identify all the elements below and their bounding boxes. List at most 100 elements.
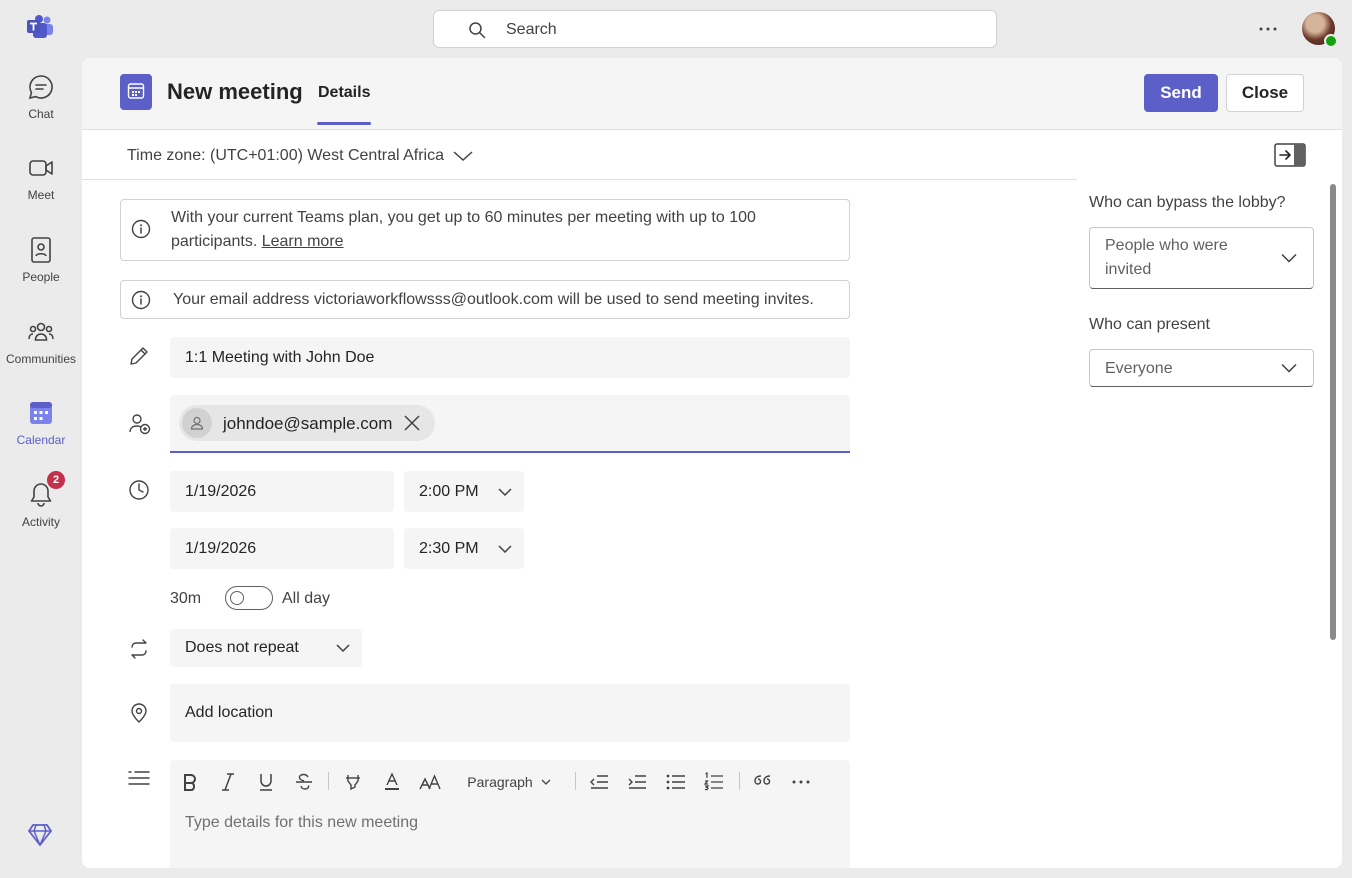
repeat-dropdown[interactable]: Does not repeat: [170, 629, 362, 667]
divider: [82, 179, 1077, 180]
highlight-icon[interactable]: [341, 768, 365, 796]
contact-book-icon: [27, 236, 55, 264]
search-placeholder: Search: [506, 21, 557, 38]
rail-item-calendar[interactable]: Calendar: [0, 399, 82, 471]
collapse-panel-icon[interactable]: [1274, 143, 1306, 167]
font-color-icon[interactable]: [380, 768, 404, 796]
chevron-down-icon: [453, 151, 473, 162]
close-button[interactable]: Close: [1226, 74, 1304, 112]
location-pin-icon: [128, 702, 150, 724]
premium-diamond-icon[interactable]: [28, 824, 52, 846]
all-day-toggle[interactable]: [225, 586, 273, 610]
rail-item-people[interactable]: People: [0, 236, 82, 308]
video-icon: [27, 154, 55, 182]
toolbar-divider: [575, 772, 576, 790]
email-notice: Your email address victoriaworkflowsss@o…: [120, 280, 850, 319]
underline-icon[interactable]: [254, 768, 278, 796]
start-date-input[interactable]: 1/19/2026: [170, 471, 394, 512]
meeting-title-value: 1:1 Meeting with John Doe: [185, 348, 375, 366]
numbered-list-icon[interactable]: [702, 768, 726, 796]
chevron-down-icon: [1281, 363, 1297, 373]
chevron-down-icon: [336, 644, 350, 652]
chevron-down-icon: [498, 487, 512, 496]
bold-icon[interactable]: [178, 768, 202, 796]
app-rail: Chat Meet People Communities Calendar 2 …: [0, 0, 82, 878]
people-community-icon: [27, 318, 55, 346]
details-placeholder: Type details for this new meeting: [185, 814, 419, 831]
location-placeholder: Add location: [185, 704, 274, 721]
paragraph-style-label: Paragraph: [467, 774, 533, 790]
avatar[interactable]: [1302, 12, 1338, 48]
new-meeting-form: New meeting Details Send Close Time zone…: [82, 58, 1342, 868]
presence-available-icon: [1324, 34, 1338, 48]
toggle-knob: [230, 591, 244, 605]
paragraph-style-dropdown[interactable]: Paragraph: [464, 768, 554, 796]
attendees-input[interactable]: johndoe@sample.com: [170, 395, 850, 453]
info-icon: [131, 290, 151, 310]
timezone-label: Time zone: (UTC+01:00) West Central Afri…: [127, 147, 444, 164]
chevron-down-icon: [541, 779, 551, 785]
bulleted-list-icon[interactable]: [664, 768, 688, 796]
present-value: Everyone: [1105, 360, 1173, 377]
meeting-header: New meeting Details Send Close: [82, 58, 1342, 130]
rail-item-communities[interactable]: Communities: [0, 318, 82, 390]
plan-notice-text: With your current Teams plan, you get up…: [171, 206, 831, 254]
calendar-icon: [120, 74, 152, 110]
search-bar[interactable]: Search: [433, 10, 997, 48]
chat-icon: [27, 73, 55, 101]
strikethrough-icon[interactable]: [292, 768, 316, 796]
chevron-down-icon: [1281, 253, 1297, 263]
pencil-icon: [128, 345, 150, 367]
info-icon: [131, 219, 151, 239]
rail-item-label: People: [22, 270, 60, 284]
italic-icon[interactable]: [216, 768, 240, 796]
attendee-chip[interactable]: johndoe@sample.com: [179, 405, 435, 441]
end-date-input[interactable]: 1/19/2026: [170, 528, 394, 569]
text-description-icon: [128, 770, 150, 786]
attendee-email: johndoe@sample.com: [223, 414, 393, 433]
plan-notice-message: With your current Teams plan, you get up…: [171, 209, 756, 250]
start-time-value: 2:00 PM: [419, 482, 479, 500]
teams-logo-icon[interactable]: [27, 14, 55, 40]
rail-item-activity[interactable]: 2 Activity: [0, 471, 82, 553]
start-time-dropdown[interactable]: 2:00 PM: [404, 471, 524, 512]
quote-icon[interactable]: [751, 768, 775, 796]
scrollbar[interactable]: [1330, 184, 1336, 640]
increase-indent-icon[interactable]: [625, 768, 649, 796]
more-formatting-icon[interactable]: [789, 768, 813, 796]
rail-item-chat[interactable]: Chat: [0, 73, 82, 145]
toolbar-divider: [739, 772, 740, 790]
activity-count-badge: 2: [47, 471, 65, 489]
tab-selected-indicator: [317, 122, 371, 125]
bell-icon: 2: [27, 471, 65, 509]
present-dropdown[interactable]: Everyone: [1089, 349, 1314, 387]
tab-details[interactable]: Details: [318, 84, 370, 102]
rail-item-label: Chat: [28, 107, 54, 121]
rail-item-label: Activity: [21, 515, 60, 529]
learn-more-link[interactable]: Learn more: [262, 233, 344, 250]
rail-item-meet[interactable]: Meet: [0, 154, 82, 226]
more-options-icon[interactable]: [1258, 20, 1278, 38]
end-time-value: 2:30 PM: [419, 539, 479, 557]
meeting-title-input[interactable]: 1:1 Meeting with John Doe: [170, 337, 850, 378]
decrease-indent-icon[interactable]: [587, 768, 611, 796]
end-date-value: 1/19/2026: [185, 539, 257, 557]
repeat-value: Does not repeat: [185, 639, 299, 656]
timezone-dropdown[interactable]: Time zone: (UTC+01:00) West Central Afri…: [127, 147, 473, 165]
location-input[interactable]: Add location: [170, 684, 850, 742]
lobby-value: People who were invited: [1105, 237, 1228, 278]
font-size-icon[interactable]: [418, 768, 442, 796]
clock-icon: [128, 479, 150, 501]
rail-item-label: Calendar: [16, 433, 66, 447]
chevron-down-icon: [498, 544, 512, 553]
rail-item-label: Communities: [5, 352, 77, 366]
end-time-dropdown[interactable]: 2:30 PM: [404, 528, 524, 569]
lobby-dropdown[interactable]: People who were invited: [1089, 227, 1314, 289]
calendar-icon: [27, 399, 55, 427]
remove-attendee-icon[interactable]: [403, 414, 421, 432]
present-label: Who can present: [1089, 316, 1210, 333]
send-button[interactable]: Send: [1144, 74, 1218, 112]
add-person-icon: [128, 412, 152, 436]
search-icon: [468, 21, 486, 39]
details-editor[interactable]: Paragraph Type details for this new meet…: [170, 760, 850, 868]
